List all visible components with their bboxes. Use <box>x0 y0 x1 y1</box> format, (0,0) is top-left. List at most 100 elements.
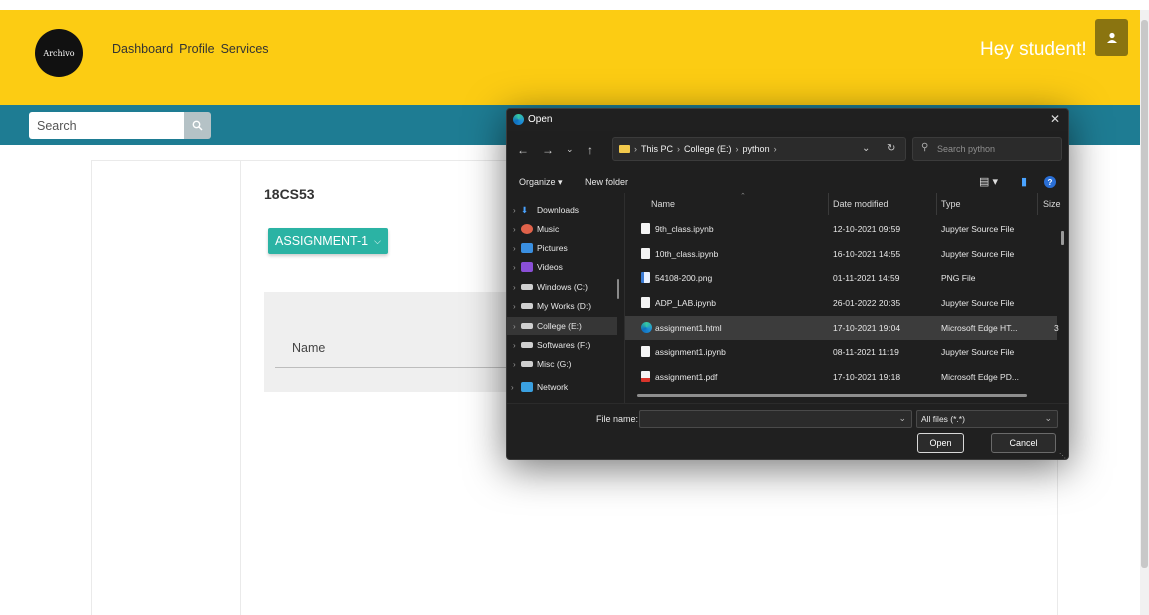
tree-item-pictures[interactable]: › Pictures <box>507 239 617 257</box>
column-type[interactable]: Type <box>941 199 961 209</box>
close-icon[interactable]: ✕ <box>1050 112 1060 126</box>
breadcrumb-this-pc[interactable]: This PC <box>641 144 673 154</box>
network-icon <box>521 382 533 392</box>
tree-item-misc-g[interactable]: › Misc (G:) <box>507 355 617 373</box>
file-row[interactable]: 9th_class.ipynb 12-10-2021 09:59 Jupyter… <box>625 217 1057 241</box>
address-bar[interactable]: › This PC › College (E:) › python › ⌄ ↻ <box>612 137 906 161</box>
dialog-title: Open <box>528 114 553 125</box>
column-divider[interactable] <box>828 193 829 215</box>
file-type: PNG File <box>941 273 976 283</box>
search-button[interactable] <box>184 112 211 139</box>
file-date: 08-11-2021 11:19 <box>833 347 899 357</box>
file-date: 17-10-2021 19:04 <box>833 323 901 333</box>
file-name-input[interactable]: ⌄ <box>639 410 912 428</box>
file-name: 54108-200.png <box>655 273 713 283</box>
back-arrow-icon[interactable]: ← <box>517 143 529 157</box>
videos-icon <box>521 262 533 272</box>
column-size[interactable]: Size <box>1043 199 1061 209</box>
column-name[interactable]: Name <box>651 199 675 209</box>
file-list-scrollbar-thumb[interactable] <box>1061 231 1064 245</box>
help-icon[interactable]: ? <box>1044 176 1056 188</box>
music-icon <box>521 224 533 234</box>
page-scrollbar-thumb[interactable] <box>1141 20 1148 568</box>
file-type-filter[interactable]: All files (*.*) ⌄ <box>916 410 1058 428</box>
file-name-label: File name: <box>596 414 639 424</box>
file-list-hscrollbar[interactable] <box>637 394 1027 397</box>
file-row[interactable]: assignment1.ipynb 08-11-2021 11:19 Jupyt… <box>625 340 1057 364</box>
file-type: Jupyter Source File <box>941 298 1015 308</box>
user-avatar-button[interactable] <box>1095 19 1128 56</box>
assignment-select[interactable]: ASSIGNMENT-1 ⌵ <box>268 228 388 254</box>
tree-label: College (E:) <box>537 321 582 331</box>
tree-item-windows-c[interactable]: › Windows (C:) <box>507 278 617 296</box>
tree-item-videos[interactable]: › Videos <box>507 258 617 276</box>
archivo-logo[interactable]: Archivo <box>35 29 83 77</box>
nav-services[interactable]: Services <box>221 42 269 56</box>
recent-chevron-icon[interactable]: ⌄ <box>566 144 574 155</box>
nav-dashboard[interactable]: Dashboard <box>112 42 173 56</box>
file-row-selected[interactable]: assignment1.html 17-10-2021 19:04 Micros… <box>625 316 1059 340</box>
tree-item-college-e[interactable]: › College (E:) <box>507 317 617 335</box>
file-type: Jupyter Source File <box>941 224 1015 234</box>
file-date: 01-11-2021 14:59 <box>833 273 900 283</box>
chevron-down-icon: ⌵ <box>374 235 381 246</box>
breadcrumb-college[interactable]: College (E:) <box>684 144 732 154</box>
tree-scrollbar-thumb[interactable] <box>617 279 619 299</box>
top-navbar <box>0 10 1140 105</box>
file-list-header: Name ⌃ Date modified Type Size <box>625 193 1068 215</box>
refresh-icon[interactable]: ↻ <box>887 143 895 154</box>
edge-icon <box>513 114 524 125</box>
page-scrollbar[interactable] <box>1140 10 1149 615</box>
tree-item-network[interactable]: › Network <box>507 378 617 396</box>
card-divider <box>240 160 241 615</box>
file-type-filter-value: All files (*.*) <box>921 414 965 424</box>
file-name: 10th_class.ipynb <box>655 249 719 259</box>
logo-text: Archivo <box>43 48 75 58</box>
nav-profile[interactable]: Profile <box>179 42 214 56</box>
file-row[interactable]: 54108-200.png 01-11-2021 14:59 PNG File <box>625 266 1057 290</box>
file-date: 16-10-2021 14:55 <box>833 249 901 259</box>
view-options-icon[interactable]: ▤ ▾ <box>979 175 998 188</box>
download-icon: ⬇ <box>521 204 529 215</box>
drive-icon <box>521 361 533 367</box>
up-arrow-icon[interactable]: ↑ <box>587 143 593 157</box>
address-row: ← → ⌄ ↑ › This PC › College (E:) › pytho… <box>507 135 1068 165</box>
file-row[interactable]: ADP_LAB.ipynb 26-01-2022 20:35 Jupyter S… <box>625 291 1057 315</box>
drive-icon <box>521 303 533 309</box>
tree-item-my-works-d[interactable]: › My Works (D:) <box>507 297 617 315</box>
tree-item-downloads[interactable]: › ⬇ Downloads <box>507 201 617 219</box>
tree-label: Misc (G:) <box>537 359 572 369</box>
tree-label: Windows (C:) <box>537 282 589 292</box>
file-icon <box>641 248 650 259</box>
resize-grip-icon[interactable]: ⋱ <box>1059 452 1066 459</box>
file-row[interactable]: assignment1.pdf 17-10-2021 19:18 Microso… <box>625 365 1057 389</box>
file-row[interactable]: 10th_class.ipynb 16-10-2021 14:55 Jupyte… <box>625 242 1057 266</box>
tree-item-music[interactable]: › Music <box>507 220 617 238</box>
dialog-search-input[interactable]: ⚲ Search python <box>912 137 1062 161</box>
column-date-modified[interactable]: Date modified <box>833 199 889 209</box>
cancel-button[interactable]: Cancel <box>991 433 1056 453</box>
column-divider[interactable] <box>936 193 937 215</box>
search-input[interactable] <box>29 112 184 139</box>
file-name: assignment1.html <box>655 323 722 333</box>
file-name: assignment1.pdf <box>655 372 718 382</box>
chevron-down-icon[interactable]: ⌄ <box>898 413 906 424</box>
open-button[interactable]: Open <box>917 433 964 453</box>
new-folder-button[interactable]: New folder <box>585 177 628 187</box>
tree-item-softwares-f[interactable]: › Softwares (F:) <box>507 336 617 354</box>
file-type: Microsoft Edge HT... <box>941 323 1018 333</box>
organize-menu[interactable]: Organize ▾ <box>519 177 563 188</box>
search-icon <box>192 120 203 131</box>
file-type: Microsoft Edge PD... <box>941 372 1019 382</box>
preview-pane-icon[interactable]: ▮ <box>1021 175 1027 188</box>
column-divider[interactable] <box>1037 193 1038 215</box>
greeting-text: Hey student! <box>980 39 1087 60</box>
forward-arrow-icon[interactable]: → <box>542 143 554 157</box>
file-name: assignment1.ipynb <box>655 347 726 357</box>
pictures-icon <box>521 243 533 253</box>
address-dropdown-icon[interactable]: ⌄ <box>862 143 870 154</box>
file-name: 9th_class.ipynb <box>655 224 714 234</box>
file-date: 12-10-2021 09:59 <box>833 224 901 234</box>
breadcrumb-python[interactable]: python <box>743 144 770 154</box>
name-field-underline[interactable] <box>275 367 514 368</box>
